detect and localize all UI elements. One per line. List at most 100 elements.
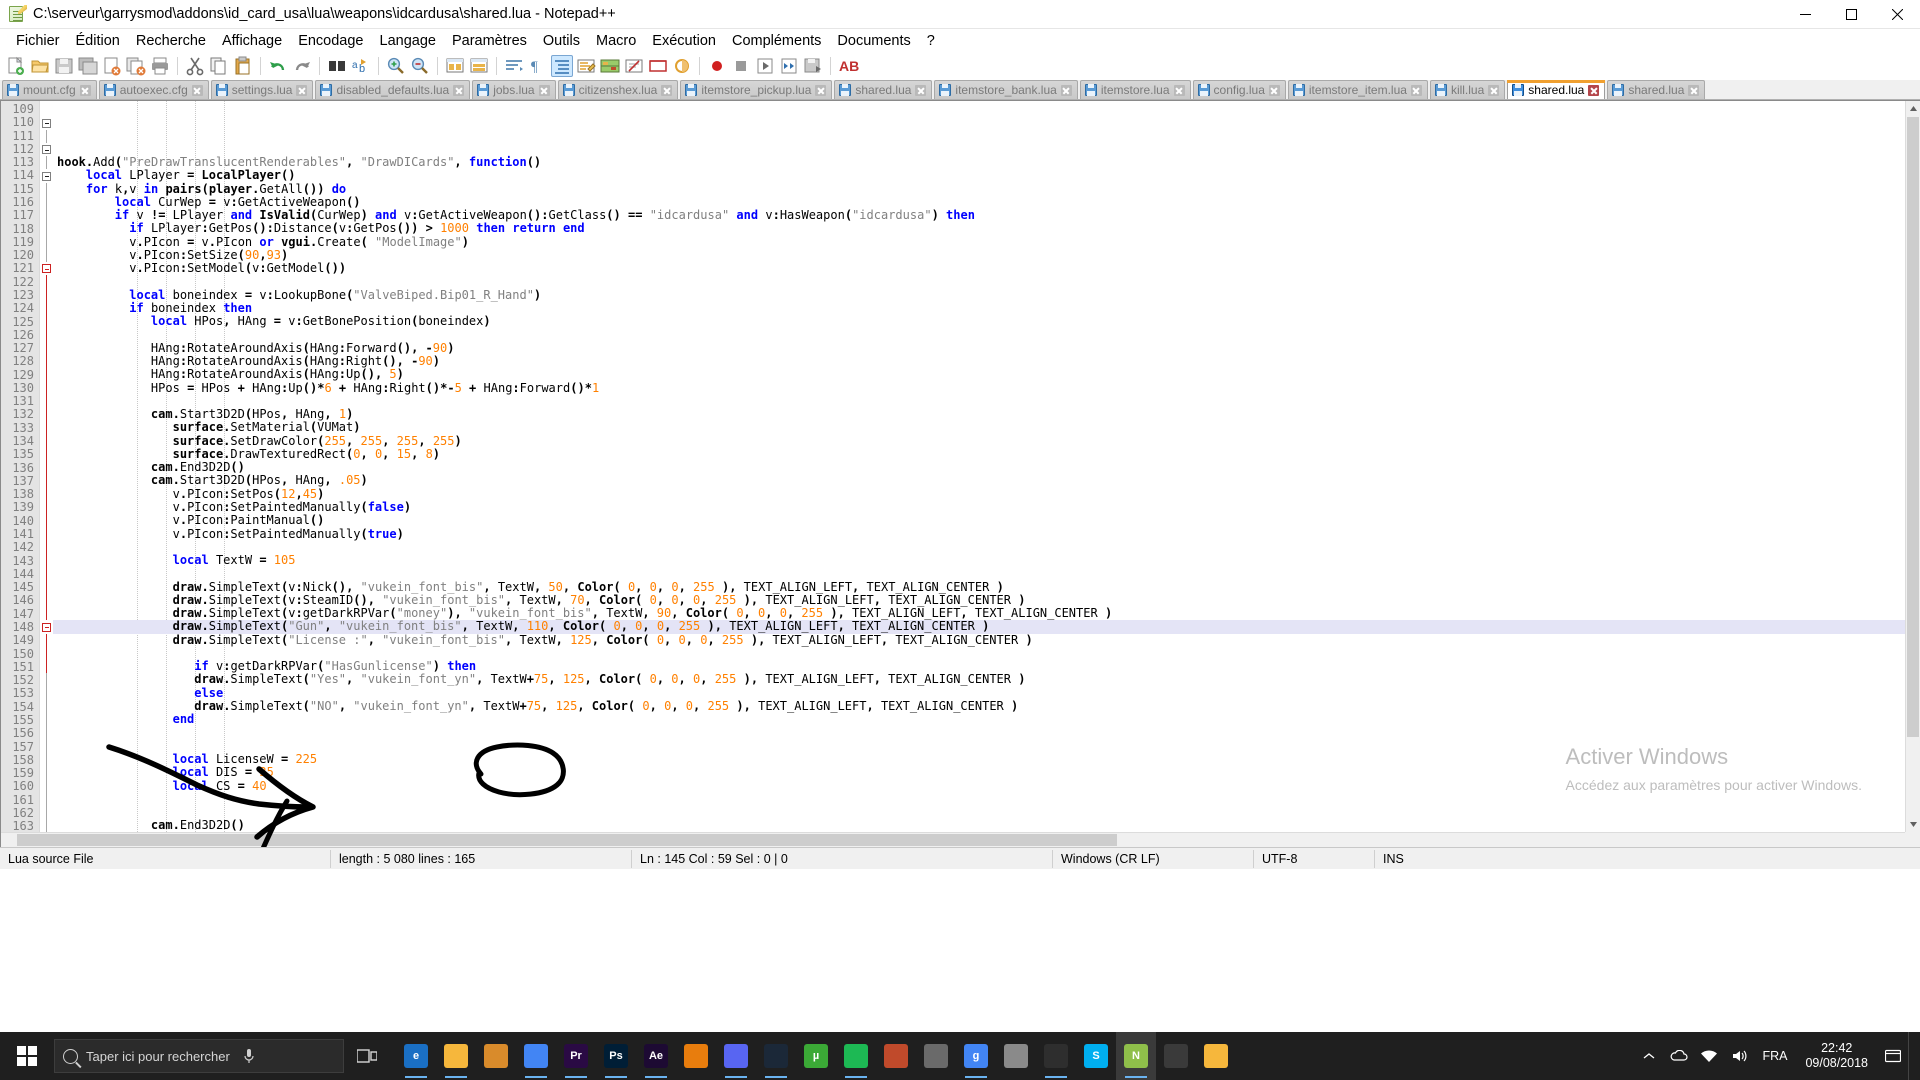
folder-as-workspace-icon[interactable] — [647, 55, 669, 77]
code-line[interactable]: draw.SimpleText(v:SteamID(), "vukein_fon… — [53, 593, 1920, 607]
playback-macro-icon[interactable] — [754, 55, 776, 77]
taskbar-search-box[interactable]: Taper ici pour rechercher — [54, 1039, 344, 1073]
code-line[interactable] — [53, 567, 1920, 580]
start-button[interactable] — [0, 1032, 54, 1080]
taskbar-app-cortana[interactable] — [1156, 1032, 1196, 1080]
document-tab[interactable]: mount.cfg — [2, 80, 97, 99]
fold-marker[interactable] — [40, 660, 53, 674]
menu-item-langage[interactable]: Langage — [372, 31, 444, 51]
fold-marker[interactable] — [40, 143, 53, 156]
code-line[interactable]: draw.SimpleText(v:Nick(), "vukein_font_b… — [53, 580, 1920, 594]
code-line[interactable]: if v != LPlayer and IsValid(CurWep) and … — [53, 209, 1920, 222]
undo-icon[interactable] — [267, 55, 289, 77]
close-tab-icon[interactable] — [538, 84, 550, 96]
fold-marker[interactable] — [40, 739, 53, 754]
taskbar-app-spotify[interactable] — [836, 1032, 876, 1080]
save-all-icon[interactable] — [77, 55, 99, 77]
fold-marker[interactable] — [40, 753, 53, 767]
show-hidden-icons-button[interactable] — [1634, 1032, 1664, 1080]
fold-marker[interactable] — [40, 434, 53, 448]
menu-item-macro[interactable]: Macro — [588, 31, 644, 51]
code-line[interactable]: for k,v in pairs(player.GetAll()) do — [53, 182, 1920, 196]
taskbar-app-folder[interactable] — [1196, 1032, 1236, 1080]
maximize-button[interactable] — [1828, 0, 1874, 29]
code-line[interactable]: v.PIcon = v.PIcon or vgui.Create( "Model… — [53, 235, 1920, 249]
code-line[interactable]: cam.End3D2D() — [53, 819, 1920, 832]
paste-icon[interactable] — [232, 55, 254, 77]
document-tab[interactable]: disabled_defaults.lua — [315, 80, 471, 99]
indent-guide-icon[interactable] — [551, 55, 573, 77]
fold-toggle-icon[interactable] — [42, 118, 51, 128]
fold-marker[interactable] — [40, 116, 53, 129]
code-line[interactable]: local DIS = 35 — [53, 766, 1920, 779]
taskbar-app-settings[interactable] — [996, 1032, 1036, 1080]
taskbar-app-discord[interactable] — [716, 1032, 756, 1080]
fold-marker[interactable] — [40, 474, 53, 488]
taskbar-app-edge[interactable]: e — [396, 1032, 436, 1080]
taskbar-app-notepadpp[interactable]: N — [1116, 1032, 1156, 1080]
fold-marker[interactable] — [40, 792, 53, 807]
zoom-in-icon[interactable] — [385, 55, 407, 77]
code-text-area[interactable]: hook.Add("PreDrawTranslucentRenderables"… — [53, 101, 1920, 847]
new-file-icon[interactable] — [5, 55, 27, 77]
code-line[interactable]: end — [53, 713, 1920, 726]
user-defined-dialog-icon[interactable] — [575, 55, 597, 77]
monitoring-icon[interactable] — [671, 55, 693, 77]
code-line[interactable] — [53, 541, 1920, 554]
code-line[interactable]: draw.SimpleText("Yes", "vukein_font_yn",… — [53, 673, 1920, 686]
close-all-icon[interactable] — [125, 55, 147, 77]
fold-marker[interactable] — [40, 103, 53, 116]
close-tab-icon[interactable] — [1060, 84, 1072, 96]
fold-marker[interactable] — [40, 540, 53, 555]
code-line[interactable]: HPos = HPos + HAng:Up()*6 + HAng:Right()… — [53, 381, 1920, 395]
document-tab[interactable]: shared.lua — [1607, 80, 1706, 99]
taskbar-app-premiere-pro[interactable]: Pr — [556, 1032, 596, 1080]
code-line[interactable] — [53, 727, 1920, 740]
code-line[interactable]: surface.SetMaterial(VUMat) — [53, 421, 1920, 434]
fold-marker[interactable] — [40, 487, 53, 501]
fold-marker[interactable] — [40, 341, 53, 356]
close-tab-icon[interactable] — [915, 84, 927, 96]
sync-vertical-icon[interactable] — [444, 55, 466, 77]
taskbar-app-skype[interactable]: S — [1076, 1032, 1116, 1080]
menu-item-outils[interactable]: Outils — [535, 31, 588, 51]
print-icon[interactable] — [149, 55, 171, 77]
fold-toggle-icon[interactable] — [42, 145, 51, 155]
network-icon[interactable] — [1694, 1032, 1724, 1080]
taskbar-app-garrysmod[interactable] — [1036, 1032, 1076, 1080]
document-tab[interactable]: autoexec.cfg — [98, 80, 209, 99]
code-line[interactable]: v.PIcon:SetModel(v:GetModel()) — [53, 262, 1920, 275]
code-line[interactable]: v.PIcon:SetPos(12,45) — [53, 487, 1920, 501]
document-tab-bar[interactable]: mount.cfg autoexec.cfg settings.lua disable… — [0, 80, 1920, 100]
document-tab[interactable]: kill.lua — [1429, 80, 1506, 99]
stop-macro-icon[interactable] — [730, 55, 752, 77]
code-line[interactable] — [53, 143, 1920, 156]
menu-item-execution[interactable]: Exécution — [644, 31, 724, 51]
fold-marker[interactable] — [40, 408, 53, 422]
task-view-button[interactable] — [344, 1032, 390, 1080]
taskbar-app-blender[interactable] — [676, 1032, 716, 1080]
code-line[interactable]: local boneindex = v:LookupBone("ValveBip… — [53, 288, 1920, 302]
close-tab-icon[interactable] — [453, 84, 465, 96]
fold-marker[interactable] — [40, 421, 53, 435]
redo-icon[interactable] — [291, 55, 313, 77]
close-tab-icon[interactable] — [661, 84, 673, 96]
code-line[interactable] — [53, 395, 1920, 408]
fold-marker[interactable] — [40, 461, 53, 475]
horizontal-scrollbar-thumb[interactable] — [17, 834, 1117, 846]
fold-marker[interactable] — [40, 447, 53, 462]
close-file-icon[interactable] — [101, 55, 123, 77]
microphone-icon[interactable] — [238, 1039, 260, 1073]
fold-marker[interactable] — [40, 182, 53, 196]
taskbar-app-image-viewer[interactable] — [876, 1032, 916, 1080]
fold-marker[interactable] — [40, 248, 53, 263]
fold-marker[interactable] — [40, 129, 53, 143]
code-line[interactable] — [53, 793, 1920, 806]
vertical-scrollbar-thumb[interactable] — [1907, 117, 1919, 737]
zoom-out-icon[interactable] — [409, 55, 431, 77]
close-tab-icon[interactable] — [1688, 84, 1700, 96]
menu-item-affichage[interactable]: Affichage — [214, 31, 290, 51]
save-icon[interactable] — [53, 55, 75, 77]
code-line[interactable]: HAng:RotateAroundAxis(HAng:Right(), -90) — [53, 354, 1920, 368]
code-line[interactable]: v.PIcon:SetPaintedManually(false) — [53, 500, 1920, 514]
